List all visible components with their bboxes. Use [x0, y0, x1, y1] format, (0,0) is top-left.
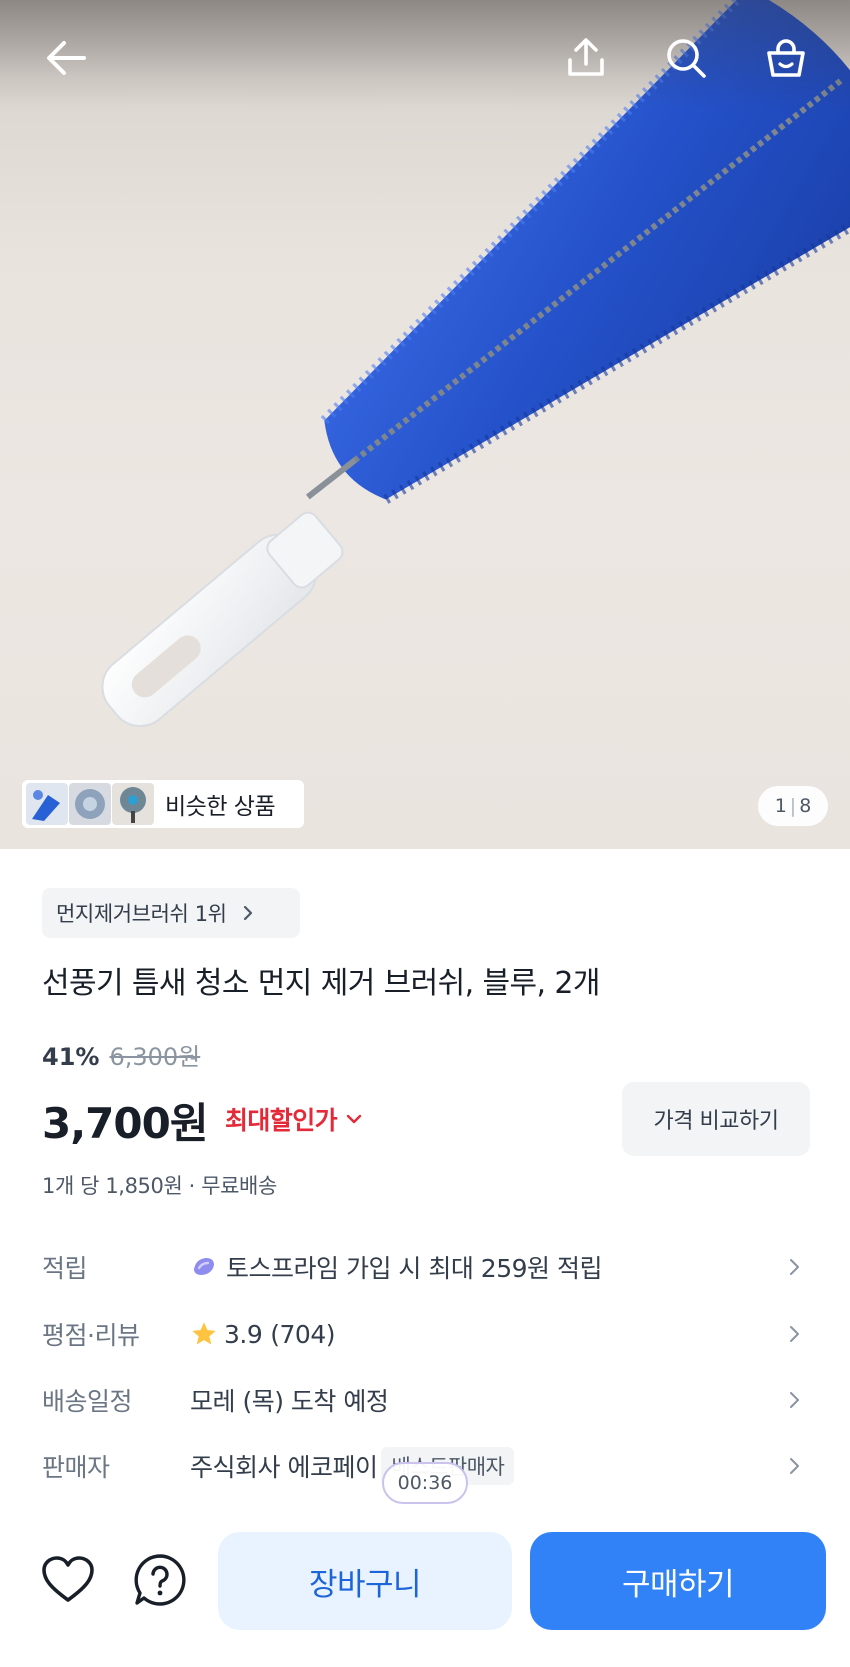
- add-to-cart-button[interactable]: 장바구니: [218, 1532, 512, 1630]
- chevron-right-icon: [243, 905, 252, 921]
- unit-price-shipping: 1개 당 1,850원 · 무료배송: [42, 1174, 277, 1198]
- best-price-label: 최대할인가: [225, 1106, 338, 1135]
- discount-row: 41% 6,300원: [42, 1037, 200, 1072]
- timer-badge: 00:36: [382, 1462, 468, 1504]
- image-page-counter: 1 | 8: [758, 786, 828, 826]
- similar-thumb-3: [112, 783, 154, 825]
- share-button[interactable]: [556, 28, 616, 88]
- price-compare-button[interactable]: 가격 비교하기: [622, 1082, 810, 1156]
- info-row-reviews[interactable]: 평점·리뷰 3.9 (704): [0, 1306, 850, 1362]
- similar-products-label: 비슷한 상품: [165, 794, 276, 820]
- points-label: 적립: [42, 1254, 88, 1283]
- chevron-down-icon: [346, 1114, 362, 1124]
- chevron-right-icon: [790, 1326, 799, 1342]
- info-row-points[interactable]: 적립 토스프라임 가입 시 최대 259원 적립: [0, 1239, 850, 1295]
- shipping-label: 배송일정: [42, 1387, 133, 1416]
- buy-now-button[interactable]: 구매하기: [530, 1532, 826, 1630]
- category-rank-chip[interactable]: 먼지제거브러쉬 1위: [42, 888, 300, 938]
- review-label: 평점·리뷰: [42, 1321, 140, 1350]
- best-price-dropdown[interactable]: 최대할인가: [225, 1101, 363, 1137]
- info-row-shipping[interactable]: 배송일정 모레 (목) 도착 예정: [0, 1372, 850, 1428]
- search-icon: [667, 39, 706, 78]
- help-button[interactable]: [130, 1550, 190, 1610]
- share-icon: [568, 38, 604, 76]
- current-page: 1: [774, 795, 787, 817]
- points-value: 토스프라임 가입 시 최대 259원 적립: [190, 1249, 602, 1285]
- total-pages: 8: [799, 795, 812, 817]
- like-button[interactable]: [38, 1550, 98, 1610]
- question-icon: [134, 1554, 186, 1606]
- search-button[interactable]: [656, 28, 716, 88]
- seller-name: 주식회사 에코페이: [190, 1453, 378, 1482]
- discount-rate: 41%: [42, 1043, 100, 1071]
- shopping-bag-icon: [767, 39, 805, 77]
- points-text: 토스프라임 가입 시 최대 259원 적립: [226, 1254, 602, 1283]
- star-icon: [192, 1322, 216, 1345]
- cart-icon-button[interactable]: [756, 28, 816, 88]
- hero-top-shade: [0, 0, 850, 110]
- page-separator: |: [789, 795, 797, 817]
- similar-thumb-1: [26, 783, 68, 825]
- chevron-right-icon: [790, 1458, 799, 1474]
- similar-products-button[interactable]: 비슷한 상품: [22, 780, 304, 828]
- rating-value: 3.9: [224, 1319, 263, 1349]
- product-image: [101, 0, 850, 728]
- toss-prime-icon: [194, 1258, 214, 1275]
- review-value: 3.9 (704): [190, 1320, 335, 1349]
- heart-icon: [42, 1556, 94, 1602]
- shipping-value: 모레 (목) 도착 예정: [190, 1387, 389, 1416]
- chevron-right-icon: [790, 1259, 799, 1275]
- product-title: 선풍기 틈새 청소 먼지 제거 브러쉬, 블루, 2개: [42, 966, 601, 1001]
- chevron-right-icon: [790, 1392, 799, 1408]
- sale-price: 3,700원: [42, 1099, 208, 1148]
- product-image-gallery[interactable]: 비슷한 상품 1 | 8: [0, 0, 850, 849]
- review-count: (704): [270, 1319, 335, 1349]
- back-arrow-icon: [47, 41, 86, 75]
- similar-thumb-2: [69, 783, 111, 825]
- rank-label: 먼지제거브러쉬 1위: [56, 902, 227, 926]
- original-price: 6,300원: [109, 1043, 201, 1071]
- back-button[interactable]: [36, 28, 96, 88]
- seller-label: 판매자: [42, 1453, 110, 1482]
